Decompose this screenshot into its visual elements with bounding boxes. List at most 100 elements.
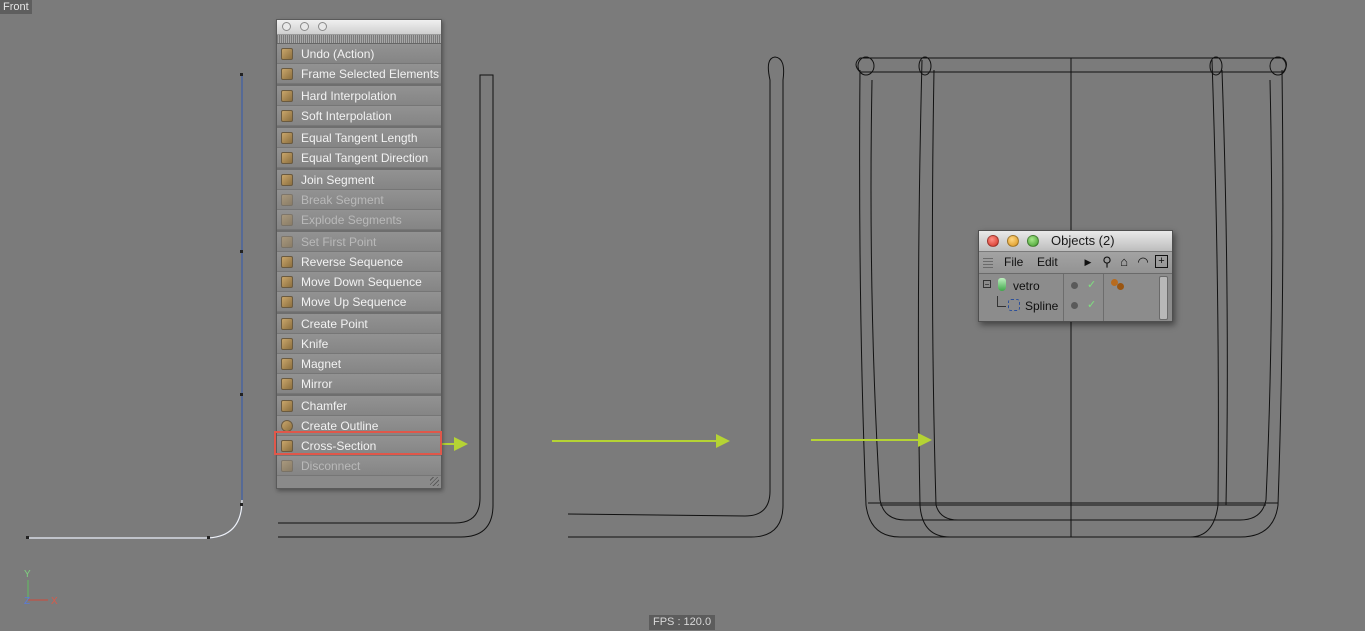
- object-row-vetro[interactable]: − vetro ✓: [981, 276, 1163, 296]
- tree-branch: [997, 296, 1006, 307]
- menu-item-undo-action[interactable]: Undo (Action): [277, 44, 441, 64]
- menu-item-cross-section[interactable]: Cross-Section: [277, 436, 441, 456]
- menu-item-equal-tangent-direction[interactable]: Equal Tangent Direction: [277, 148, 441, 168]
- menubar-grip-icon[interactable]: [983, 256, 993, 268]
- hard-interpolation-icon: [281, 90, 293, 102]
- step-arrows: [412, 433, 932, 451]
- objects-titlebar[interactable]: Objects (2): [979, 231, 1172, 252]
- explode-segments-icon: [281, 214, 293, 226]
- menu-item-chamfer[interactable]: Chamfer: [277, 396, 441, 416]
- new-view-icon[interactable]: +: [1155, 255, 1168, 268]
- cross-section-icon: [281, 440, 293, 452]
- menu-item-create-outline[interactable]: Create Outline: [277, 416, 441, 436]
- menu-item-create-point[interactable]: Create Point: [277, 314, 441, 334]
- menu-item-label: Hard Interpolation: [301, 89, 397, 103]
- fps-counter: FPS : 120.0: [649, 615, 716, 630]
- menu-item-label: Reverse Sequence: [301, 255, 404, 269]
- palette-close-button[interactable]: [282, 22, 291, 31]
- menu-item-label: Break Segment: [301, 193, 384, 207]
- menu-item-magnet[interactable]: Magnet: [277, 354, 441, 374]
- eye-icon[interactable]: ◠: [1136, 255, 1150, 269]
- palette-titlebar[interactable]: [277, 20, 441, 35]
- menu-item-equal-tangent-length[interactable]: Equal Tangent Length: [277, 128, 441, 148]
- menu-group: Hard Interpolation Soft Interpolation: [277, 84, 441, 126]
- reverse-sequence-icon: [281, 256, 293, 268]
- menu-item-hard-interpolation[interactable]: Hard Interpolation: [277, 86, 441, 106]
- axis-y-label: Y: [24, 569, 31, 580]
- objects-title: Objects (2): [1051, 233, 1115, 248]
- minimize-button[interactable]: [1007, 235, 1019, 247]
- object-name[interactable]: Spline: [1025, 299, 1058, 313]
- create-point-icon: [281, 318, 293, 330]
- home-icon[interactable]: ⌂: [1117, 255, 1131, 269]
- menu-item-label: Frame Selected Elements: [301, 67, 440, 81]
- search-icon[interactable]: ⚲: [1100, 255, 1114, 269]
- join-segment-icon: [281, 174, 293, 186]
- palette-zoom-button[interactable]: [318, 22, 327, 31]
- menu-item-move-up-sequence[interactable]: Move Up Sequence: [277, 292, 441, 312]
- collapse-icon[interactable]: −: [983, 280, 991, 289]
- palette-resize-handle[interactable]: [430, 477, 439, 486]
- menu-item-label: Equal Tangent Length: [301, 131, 418, 145]
- disconnect-icon: [281, 460, 293, 472]
- break-segment-icon: [281, 194, 293, 206]
- menu-item-label: Knife: [301, 337, 329, 351]
- objects-menubar: File Edit ▶ ⚲ ⌂ ◠ +: [979, 252, 1172, 274]
- menu-item-mirror[interactable]: Mirror: [277, 374, 441, 394]
- zoom-button[interactable]: [1027, 235, 1039, 247]
- close-button[interactable]: [987, 235, 999, 247]
- menu-group: Set First Point Reverse Sequence Move Down…: [277, 230, 441, 312]
- axis-gizmo: Y Z X: [24, 569, 58, 607]
- axis-x-label: X: [51, 596, 58, 607]
- rounded-spline: [567, 56, 785, 538]
- menu-item-label: Cross-Section: [301, 439, 377, 453]
- menu-item-join-segment[interactable]: Join Segment: [277, 170, 441, 190]
- menu-item-label: Explode Segments: [301, 213, 402, 227]
- menu-file[interactable]: File: [1004, 255, 1023, 269]
- tangent-length-icon: [281, 132, 293, 144]
- menu-item-frame-selected-elements[interactable]: Frame Selected Elements: [277, 64, 441, 84]
- magnet-icon: [281, 358, 293, 370]
- menu-group: Join Segment Break Segment Explode Segment…: [277, 168, 441, 230]
- frame-icon: [281, 68, 293, 80]
- tangent-direction-icon: [281, 152, 293, 164]
- menu-more-icon[interactable]: ▶: [1081, 255, 1095, 269]
- material-tags-icon[interactable]: [1111, 279, 1125, 291]
- menu-item-label: Magnet: [301, 357, 342, 371]
- enabled-check-icon[interactable]: ✓: [1087, 278, 1096, 291]
- lathe-icon: [998, 278, 1006, 291]
- create-outline-icon: [281, 420, 293, 432]
- menu-item-set-first-point: Set First Point: [277, 232, 441, 252]
- arrow-3: [811, 433, 932, 447]
- visibility-dot[interactable]: [1071, 282, 1078, 289]
- menu-item-move-down-sequence[interactable]: Move Down Sequence: [277, 272, 441, 292]
- menu-item-label: Move Up Sequence: [301, 295, 407, 309]
- axis-z-label: Z: [24, 596, 30, 607]
- palette-drag-handle[interactable]: [277, 35, 441, 44]
- menu-item-label: Equal Tangent Direction: [301, 151, 429, 165]
- menu-item-label: Undo (Action): [301, 47, 375, 61]
- object-name[interactable]: vetro: [1013, 279, 1040, 293]
- source-spline: [26, 73, 243, 539]
- menu-item-explode-segments: Explode Segments: [277, 210, 441, 230]
- spline-icon: [1008, 299, 1020, 311]
- mirror-icon: [281, 378, 293, 390]
- menu-item-label: Mirror: [301, 377, 333, 391]
- menu-item-break-segment: Break Segment: [277, 190, 441, 210]
- visibility-dot[interactable]: [1071, 302, 1078, 309]
- move-down-icon: [281, 276, 293, 288]
- palette-minimize-button[interactable]: [300, 22, 309, 31]
- enabled-check-icon[interactable]: ✓: [1087, 298, 1096, 311]
- menu-group: Create Point Knife Magnet Mirror: [277, 312, 441, 394]
- menu-item-knife[interactable]: Knife: [277, 334, 441, 354]
- menu-item-label: Disconnect: [301, 459, 361, 473]
- menu-item-label: Set First Point: [301, 235, 377, 249]
- menu-item-soft-interpolation[interactable]: Soft Interpolation: [277, 106, 441, 126]
- menu-group: Undo (Action) Frame Selected Elements: [277, 44, 441, 84]
- object-row-spline[interactable]: Spline ✓: [981, 296, 1163, 316]
- menu-item-label: Create Outline: [301, 419, 379, 433]
- menu-item-reverse-sequence[interactable]: Reverse Sequence: [277, 252, 441, 272]
- menu-edit[interactable]: Edit: [1037, 255, 1058, 269]
- first-point-icon: [281, 236, 293, 248]
- objects-scrollbar[interactable]: [1159, 276, 1168, 320]
